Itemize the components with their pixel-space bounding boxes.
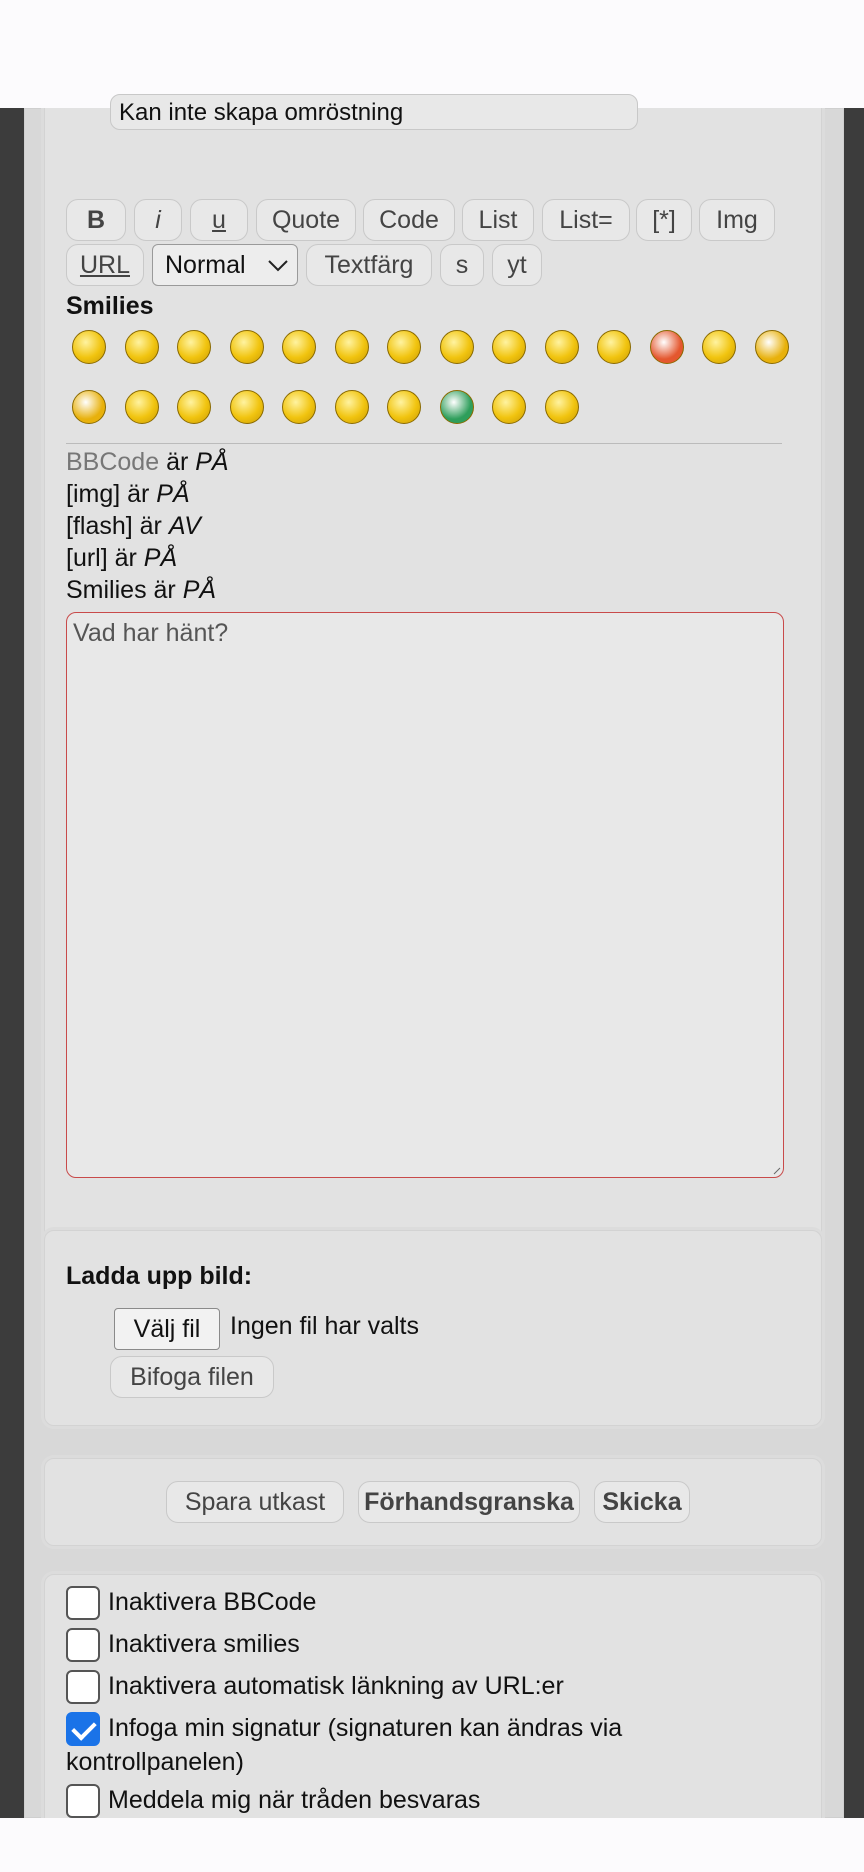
option-checkbox[interactable] xyxy=(66,1712,100,1746)
laugh-icon[interactable] xyxy=(492,330,526,364)
message-textarea[interactable]: Vad har hänt? xyxy=(66,612,784,1178)
url-status-text: [url] är xyxy=(66,544,144,572)
status-smilies: Smilies är PÅ xyxy=(66,574,216,606)
editor-layer: Kan inte skapa omröstning B i u Quote Co… xyxy=(0,94,864,1836)
cool-icon[interactable] xyxy=(439,330,474,364)
underline-button[interactable]: u xyxy=(190,199,248,241)
img-button[interactable]: Img xyxy=(699,199,775,241)
status-url: [url] är PÅ xyxy=(66,542,177,574)
img-status-text: [img] är xyxy=(66,480,157,508)
text-color-button[interactable]: Textfärg xyxy=(306,244,432,286)
surprised-icon[interactable] xyxy=(282,330,316,364)
save-draft-button[interactable]: Spara utkast xyxy=(166,1481,344,1523)
idea-icon[interactable] xyxy=(282,390,316,424)
option-label[interactable]: Infoga min signatur (signaturen kan ändr… xyxy=(108,1712,622,1744)
message-placeholder: Vad har hänt? xyxy=(73,619,229,647)
smilies-status-text: Smilies är xyxy=(66,576,183,604)
option-checkbox[interactable] xyxy=(66,1670,100,1704)
mrgreen-icon[interactable] xyxy=(439,390,474,424)
img-status-value: PÅ xyxy=(156,480,190,508)
bbcode-value: PÅ xyxy=(195,448,229,476)
preview-button[interactable]: Förhandsgranska xyxy=(358,1481,580,1523)
code-button[interactable]: Code xyxy=(363,199,455,241)
wink-icon[interactable] xyxy=(177,330,211,364)
arrow-icon[interactable] xyxy=(334,390,369,424)
font-size-select[interactable]: Normal xyxy=(152,244,298,286)
neutral-icon[interactable] xyxy=(387,390,421,424)
option-label-continued[interactable]: kontrollpanelen) xyxy=(66,1746,244,1778)
flash-status-text: [flash] är xyxy=(66,512,169,540)
italic-button[interactable]: i xyxy=(134,199,182,241)
upload-title: Ladda upp bild: xyxy=(66,1262,253,1290)
yt-button[interactable]: yt xyxy=(492,244,542,286)
chevron-down-icon xyxy=(268,260,288,272)
status-bbcode: BBCode är PÅ xyxy=(66,446,229,478)
bold-button[interactable]: B xyxy=(66,199,126,241)
smile-icon[interactable] xyxy=(124,330,159,364)
option-label[interactable]: Inaktivera smilies xyxy=(108,1628,300,1660)
strike-button[interactable]: s xyxy=(440,244,484,286)
option-checkbox[interactable] xyxy=(66,1586,100,1620)
exclaim-icon[interactable] xyxy=(177,390,211,424)
sad-icon[interactable] xyxy=(229,330,264,364)
redface-icon[interactable] xyxy=(649,330,684,364)
rolleyes-icon[interactable] xyxy=(124,390,159,424)
mad-icon[interactable] xyxy=(544,330,579,364)
status-flash: [flash] är AV xyxy=(66,510,201,542)
geek-icon[interactable] xyxy=(492,390,526,424)
grin-icon[interactable] xyxy=(72,330,106,364)
smilies-title: Smilies xyxy=(66,292,154,320)
list-item-button[interactable]: [*] xyxy=(636,199,692,241)
eek-icon[interactable] xyxy=(334,330,369,364)
submit-button[interactable]: Skicka xyxy=(594,1481,690,1523)
list-ordered-button[interactable]: List= xyxy=(542,199,630,241)
flash-status-value: AV xyxy=(168,512,201,540)
question-icon[interactable] xyxy=(229,390,264,424)
resize-handle-icon[interactable] xyxy=(773,1167,781,1175)
razz-icon[interactable] xyxy=(597,330,631,364)
option-label[interactable]: Inaktivera BBCode xyxy=(108,1586,316,1618)
twisted-icon[interactable] xyxy=(72,390,106,424)
url-button[interactable]: URL xyxy=(66,244,144,286)
no-file-label: Ingen fil har valts xyxy=(230,1312,419,1340)
cry-icon[interactable] xyxy=(702,330,736,364)
top-blank-area xyxy=(0,0,864,108)
evil-icon[interactable] xyxy=(754,330,789,364)
bbcode-text: är xyxy=(159,448,196,476)
option-checkbox[interactable] xyxy=(66,1628,100,1662)
choose-file-button[interactable]: Välj fil xyxy=(114,1308,220,1350)
bottom-blank-area xyxy=(0,1818,864,1872)
quote-button[interactable]: Quote xyxy=(256,199,356,241)
confused-icon[interactable] xyxy=(387,330,421,364)
list-button[interactable]: List xyxy=(462,199,534,241)
font-size-value: Normal xyxy=(165,251,246,279)
smilies-status-value: PÅ xyxy=(182,576,217,604)
divider xyxy=(66,443,782,444)
option-label[interactable]: Meddela mig när tråden besvaras xyxy=(108,1784,480,1816)
status-img: [img] är PÅ xyxy=(66,478,190,510)
attach-file-button[interactable]: Bifoga filen xyxy=(110,1356,274,1398)
url-status-value: PÅ xyxy=(143,544,178,572)
ugeek-icon[interactable] xyxy=(544,390,579,424)
option-label[interactable]: Inaktivera automatisk länkning av URL:er xyxy=(108,1670,564,1702)
bbcode-link[interactable]: BBCode xyxy=(66,448,159,476)
subject-input[interactable]: Kan inte skapa omröstning xyxy=(110,94,638,130)
option-checkbox[interactable] xyxy=(66,1784,100,1818)
